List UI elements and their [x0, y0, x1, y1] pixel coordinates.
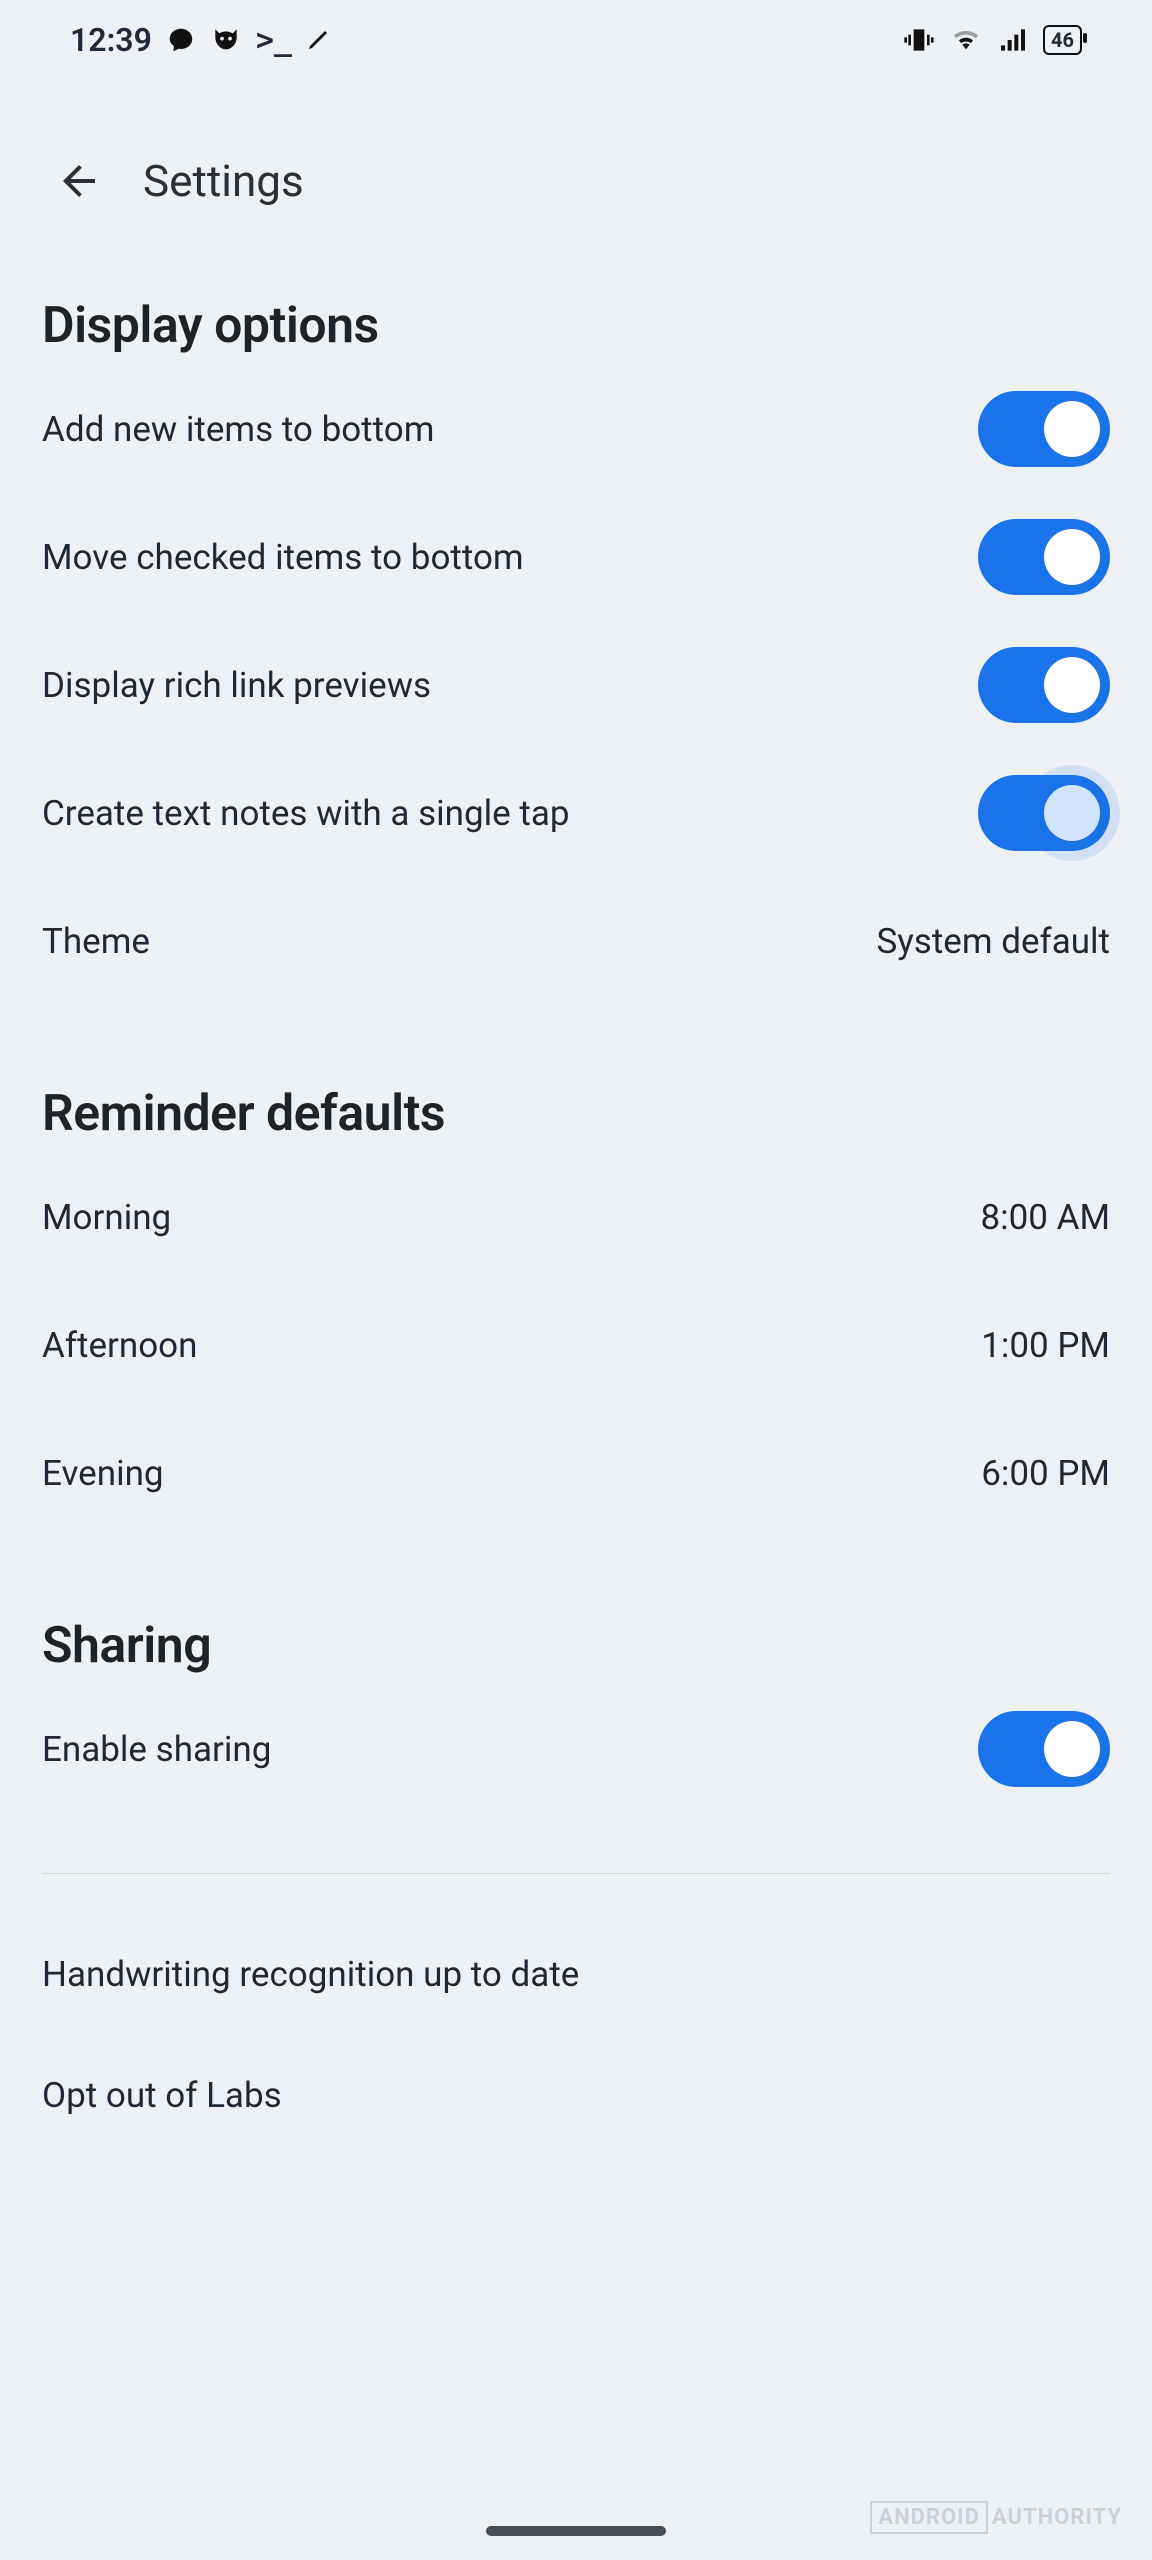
section-title-reminders: Reminder defaults	[42, 1005, 1110, 1153]
chat-bubble-icon	[166, 25, 196, 55]
toggle-enable-sharing[interactable]	[978, 1711, 1110, 1787]
wifi-icon	[949, 23, 983, 57]
watermark-a: ANDROID	[870, 2501, 988, 2534]
row-evening[interactable]: Evening 6:00 PM	[42, 1409, 1110, 1537]
row-rich-links[interactable]: Display rich link previews	[42, 621, 1110, 749]
row-opt-out-labs[interactable]: Opt out of Labs	[42, 2015, 1110, 2136]
page-title: Settings	[143, 155, 304, 207]
watermark: ANDROIDAUTHORITY	[870, 2505, 1122, 2530]
vibrate-icon	[903, 24, 935, 56]
row-value: 6:00 PM	[981, 1453, 1110, 1494]
row-morning[interactable]: Morning 8:00 AM	[42, 1153, 1110, 1281]
signal-icon	[997, 24, 1029, 56]
row-value: 1:00 PM	[981, 1325, 1110, 1366]
section-title-display: Display options	[42, 217, 1110, 365]
toggle-single-tap[interactable]	[978, 775, 1110, 851]
row-label: Morning	[42, 1197, 171, 1238]
row-label: Display rich link previews	[42, 665, 431, 706]
stylus-icon	[306, 28, 330, 52]
row-single-tap[interactable]: Create text notes with a single tap	[42, 749, 1110, 877]
row-label: Opt out of Labs	[42, 2075, 282, 2116]
row-add-bottom[interactable]: Add new items to bottom	[42, 365, 1110, 493]
row-label: Theme	[42, 921, 150, 962]
row-label: Evening	[42, 1453, 164, 1494]
terminal-icon: >_	[256, 23, 292, 58]
row-label: Add new items to bottom	[42, 409, 434, 450]
row-afternoon[interactable]: Afternoon 1:00 PM	[42, 1281, 1110, 1409]
content: Display options Add new items to bottom …	[0, 217, 1152, 2136]
toggle-rich-links[interactable]	[978, 647, 1110, 723]
statusbar-time: 12:39	[70, 21, 152, 59]
divider	[42, 1873, 1110, 1874]
section-title-sharing: Sharing	[42, 1537, 1110, 1685]
row-enable-sharing[interactable]: Enable sharing	[42, 1685, 1110, 1813]
battery-level: 46	[1051, 28, 1074, 52]
row-value: System default	[876, 921, 1110, 962]
row-label: Afternoon	[42, 1325, 197, 1366]
row-value: 8:00 AM	[980, 1197, 1110, 1238]
toggle-move-checked[interactable]	[978, 519, 1110, 595]
battery-icon: 46	[1043, 25, 1082, 55]
row-handwriting[interactable]: Handwriting recognition up to date	[42, 1894, 1110, 2015]
cat-icon	[210, 24, 242, 56]
row-move-checked[interactable]: Move checked items to bottom	[42, 493, 1110, 621]
gesture-handle[interactable]	[486, 2526, 666, 2536]
watermark-b: AUTHORITY	[992, 2505, 1122, 2530]
appbar: Settings	[0, 80, 1152, 217]
row-label: Create text notes with a single tap	[42, 793, 570, 834]
row-label: Move checked items to bottom	[42, 537, 524, 578]
statusbar: 12:39 >_ 46	[0, 0, 1152, 80]
row-label: Handwriting recognition up to date	[42, 1954, 579, 1995]
toggle-add-bottom[interactable]	[978, 391, 1110, 467]
back-button[interactable]	[55, 157, 103, 205]
row-theme[interactable]: Theme System default	[42, 877, 1110, 1005]
row-label: Enable sharing	[42, 1729, 271, 1770]
